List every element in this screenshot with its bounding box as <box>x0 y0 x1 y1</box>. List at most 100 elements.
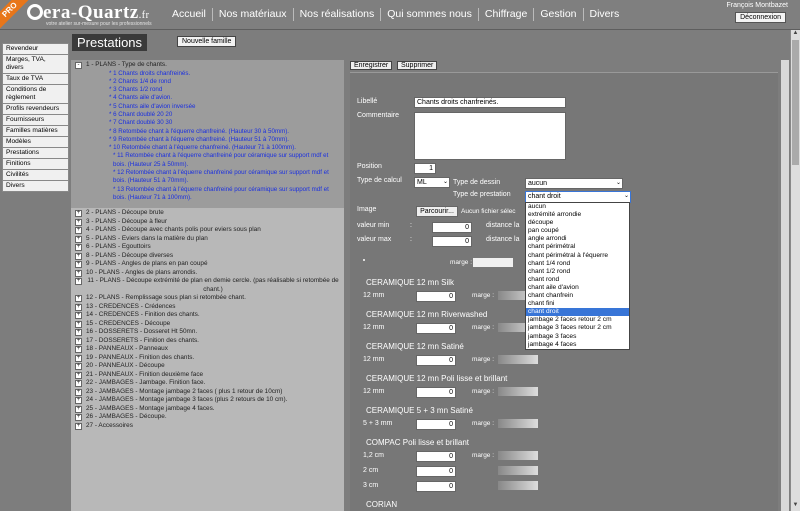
marge-input[interactable] <box>498 481 538 490</box>
scroll-up-icon[interactable]: ▲ <box>791 30 800 39</box>
price-input[interactable]: 0 <box>416 466 456 477</box>
tree-child-item[interactable]: * 9 Retombée chant à l'équerre chanfrein… <box>71 136 344 144</box>
expand-toggle[interactable]: + <box>75 303 82 311</box>
marge-input[interactable] <box>498 466 538 475</box>
expand-toggle[interactable]: + <box>75 422 82 430</box>
dropdown-option[interactable]: chant droit <box>526 308 629 317</box>
save-button[interactable]: Enregistrer <box>350 61 393 70</box>
expand-toggle[interactable]: + <box>75 244 82 252</box>
tree-row[interactable]: +10 - PLANS - Angles de plans arrondis. <box>71 269 344 278</box>
calc-type-select[interactable]: ML ⌄ <box>414 177 450 188</box>
tree-child-item[interactable]: * 8 Retombée chant à l'équerre chanfrein… <box>71 128 344 136</box>
dropdown-option[interactable]: chant 1/4 rond <box>526 260 629 268</box>
dropdown-option[interactable]: aucun <box>526 203 629 211</box>
tree-row[interactable]: +24 - JAMBAGES - Montage jambage 3 faces… <box>71 396 344 405</box>
price-input[interactable]: 0 <box>416 481 456 492</box>
vmin-input[interactable]: 0 <box>432 222 472 233</box>
dropdown-option[interactable]: extrémité arrondie <box>526 211 629 219</box>
collapse-toggle[interactable]: - <box>75 62 82 69</box>
nav-link[interactable]: Qui sommes nous <box>380 8 478 21</box>
tree-row-selected[interactable]: -1 - PLANS - Type de chants. <box>71 60 344 70</box>
position-input[interactable]: 1 <box>414 163 436 174</box>
expand-toggle[interactable]: + <box>75 295 82 303</box>
tree-child-item[interactable]: * 5 Chants aile d'avion inversée <box>71 103 344 111</box>
nav-link[interactable]: Divers <box>582 8 626 21</box>
sidebar-item[interactable]: Conditions de règlement <box>2 85 69 104</box>
expand-toggle[interactable]: + <box>75 210 82 218</box>
expand-toggle[interactable]: + <box>75 252 82 260</box>
nav-link[interactable]: Accueil <box>166 8 212 21</box>
dropdown-option[interactable]: pan coupé <box>526 227 629 235</box>
expand-toggle[interactable]: + <box>75 414 82 422</box>
marge-input[interactable] <box>473 258 513 267</box>
sidebar-item[interactable]: Revendeur <box>2 43 69 55</box>
dropdown-option[interactable]: jambage 3 faces <box>526 333 629 341</box>
sidebar-item[interactable]: Fournisseurs <box>2 115 69 126</box>
dropdown-option[interactable]: chant périmétral à l'équerre <box>526 252 629 260</box>
tree-child-item[interactable]: * 10 Retombée chant à l'équerre chanfrei… <box>71 144 344 152</box>
browse-button[interactable]: Parcourir... <box>416 206 458 217</box>
vmax-input[interactable]: 0 <box>432 236 472 247</box>
tree-row[interactable]: +15 - CREDENCES - Découpe <box>71 320 344 329</box>
tree-row[interactable]: +8 - PLANS - Découpe diverses <box>71 252 344 261</box>
delete-button[interactable]: Supprimer <box>397 61 438 70</box>
expand-toggle[interactable]: + <box>75 227 82 235</box>
sidebar-item[interactable]: Finitions <box>2 159 69 170</box>
tree-row[interactable]: +20 - PANNEAUX - Découpe <box>71 362 344 371</box>
price-input[interactable]: 0 <box>416 419 456 430</box>
logout-button[interactable]: Déconnexion <box>735 12 786 23</box>
expand-toggle[interactable]: + <box>75 363 82 371</box>
sidebar-item[interactable]: Profils revendeurs <box>2 104 69 115</box>
dropdown-option[interactable]: chant fini <box>526 300 629 308</box>
marge-input[interactable] <box>498 387 538 396</box>
expand-toggle[interactable]: + <box>75 269 82 277</box>
tree-child-item[interactable]: * 12 Retombée chant à l'équerre chanfrei… <box>71 169 344 186</box>
tree-row[interactable]: +2 - PLANS - Découpe brute <box>71 209 344 218</box>
marge-input[interactable] <box>498 451 538 460</box>
tree-child-item[interactable]: * 4 Chants aile d'avion. <box>71 94 344 102</box>
tree-row[interactable]: +16 - DOSSERETS - Dosseret Ht 50mn. <box>71 328 344 337</box>
sidebar-item[interactable]: Civilités <box>2 170 69 181</box>
sidebar-item[interactable]: Familles matières <box>2 126 69 137</box>
tree-row[interactable]: +27 - Accessoires <box>71 422 344 431</box>
dropdown-option[interactable]: chant périmétral <box>526 243 629 251</box>
libelle-input[interactable]: Chants droits chanfreinés. <box>414 97 566 108</box>
scroll-down-icon[interactable]: ▼ <box>791 502 800 511</box>
tree-row[interactable]: +12 - PLANS - Remplissage sous plan si r… <box>71 294 344 303</box>
sidebar-item[interactable]: Divers <box>2 181 69 192</box>
expand-toggle[interactable]: + <box>75 380 82 388</box>
scroll-thumb[interactable] <box>792 40 799 165</box>
price-input[interactable]: 0 <box>416 451 456 462</box>
tree-child-item[interactable]: * 1 Chants droits chanfreinés. <box>71 70 344 78</box>
tree-row[interactable]: +22 - JAMBAGES - Jambage. Finition face. <box>71 379 344 388</box>
tree-row[interactable]: +23 - JAMBAGES - Montage jambage 2 faces… <box>71 388 344 397</box>
dropdown-option[interactable]: jambage 4 faces <box>526 341 629 349</box>
sidebar-item[interactable]: Prestations <box>2 148 69 159</box>
sidebar-item[interactable]: Modèles <box>2 137 69 148</box>
tree-row[interactable]: +5 - PLANS - Eviers dans la matière du p… <box>71 235 344 244</box>
dropdown-option[interactable]: jambage 2 faces retour 2 cm <box>526 316 629 324</box>
sidebar-item[interactable]: Marges, TVA, divers <box>2 55 69 74</box>
nav-link[interactable]: Gestion <box>533 8 582 21</box>
tree-child-item[interactable]: * 7 Chant doublé 30 30 <box>71 119 344 127</box>
expand-toggle[interactable]: + <box>75 278 82 286</box>
expand-toggle[interactable]: + <box>75 329 82 337</box>
price-input[interactable]: 0 <box>416 323 456 334</box>
tree-row[interactable]: +17 - DOSSERETS - Finition des chants. <box>71 337 344 346</box>
nav-link[interactable]: Nos matériaux <box>211 8 293 21</box>
marge-input[interactable] <box>498 355 538 364</box>
tree-child-item[interactable]: * 2 Chants 1/4 de rond <box>71 78 344 86</box>
expand-toggle[interactable]: + <box>75 388 82 396</box>
price-input[interactable]: 0 <box>416 387 456 398</box>
tree-row[interactable]: +18 - PANNEAUX - Panneaux <box>71 345 344 354</box>
tree-child-item[interactable]: * 13 Retombée chant à l'équerre chanfrei… <box>71 186 344 203</box>
tree-child-item[interactable]: * 3 Chants 1/2 rond <box>71 86 344 94</box>
tree-row[interactable]: +6 - PLANS - Egouttoirs <box>71 243 344 252</box>
dropdown-option[interactable]: angle arrondi <box>526 235 629 243</box>
panel-scrollbar[interactable] <box>781 60 789 511</box>
tree-row[interactable]: +11 - PLANS - Découpe extrémité de plan … <box>71 277 344 294</box>
price-input[interactable]: 0 <box>416 355 456 366</box>
nav-link[interactable]: Chiffrage <box>477 8 533 21</box>
nav-link[interactable]: Nos réalisations <box>292 8 381 21</box>
expand-toggle[interactable]: + <box>75 354 82 362</box>
